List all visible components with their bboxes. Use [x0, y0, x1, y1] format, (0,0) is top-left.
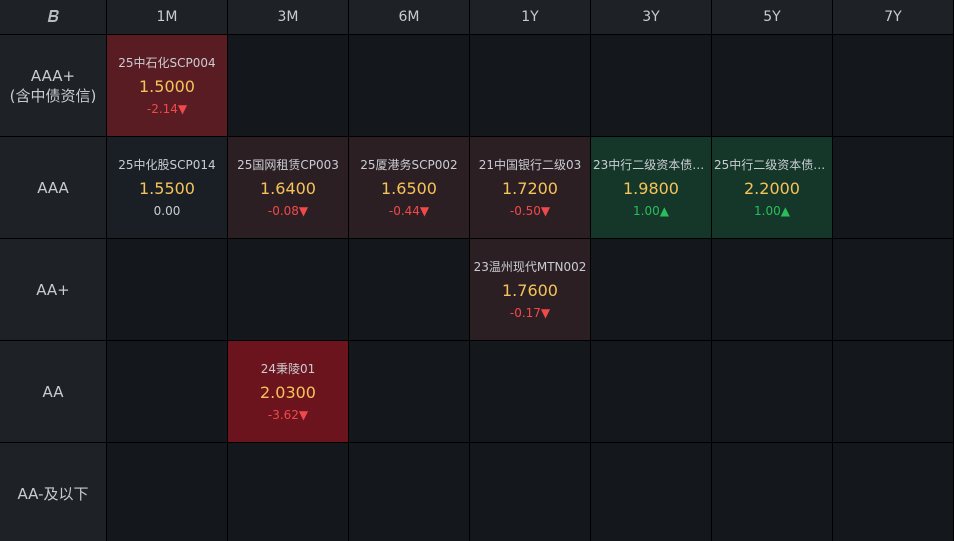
bond-change: -0.17▼ — [509, 305, 551, 320]
corner-cell — [0, 0, 106, 34]
bond-change: -0.50▼ — [509, 203, 551, 218]
row-header-label: AA — [42, 382, 64, 401]
bond-name: 24秉陵01 — [260, 361, 316, 376]
bond-change: 1.00▲ — [754, 203, 790, 218]
empty-cell — [349, 443, 469, 541]
bond-cell[interactable]: 25厦港务SCP002 1.6500 -0.44▼ — [349, 137, 469, 238]
row-header: AA — [0, 341, 106, 442]
empty-cell — [591, 239, 711, 340]
empty-cell — [470, 443, 590, 541]
bond-rate: 1.6400 — [260, 178, 316, 198]
row-header-label: AAA+ — [30, 66, 76, 85]
bond-cell[interactable]: 23温州现代MTN002 1.7600 -0.17▼ — [470, 239, 590, 340]
column-header-1y[interactable]: 1Y — [470, 0, 590, 34]
bond-cell[interactable]: 21中国银行二级03 1.7200 -0.50▼ — [470, 137, 590, 238]
column-header-5y[interactable]: 5Y — [712, 0, 832, 34]
bond-cell[interactable]: 25国网租赁CP003 1.6400 -0.08▼ — [228, 137, 348, 238]
empty-cell — [107, 443, 227, 541]
empty-cell — [591, 443, 711, 541]
bond-change: -0.08▼ — [267, 203, 309, 218]
bond-name: 23温州现代MTN002 — [473, 259, 587, 274]
bond-change: 0.00 — [153, 203, 181, 218]
bond-rate: 2.2000 — [744, 178, 800, 198]
bond-rate: 1.5500 — [139, 178, 195, 198]
empty-cell — [833, 443, 953, 541]
bond-rate: 1.7200 — [502, 178, 558, 198]
bond-change: 1.00▲ — [633, 203, 669, 218]
brand-logo-icon — [46, 8, 60, 27]
empty-cell — [833, 35, 953, 136]
bond-change: -0.44▼ — [388, 203, 430, 218]
empty-cell — [712, 35, 832, 136]
column-header-3m[interactable]: 3M — [228, 0, 348, 34]
row-header: AA+ — [0, 239, 106, 340]
row-header: AAA — [0, 137, 106, 238]
bond-name: 23中行二级资本债0... — [593, 157, 709, 172]
bond-name: 25国网租赁CP003 — [237, 157, 339, 172]
column-header-1m[interactable]: 1M — [107, 0, 227, 34]
bond-name: 21中国银行二级03 — [478, 157, 582, 172]
empty-cell — [712, 443, 832, 541]
bond-name: 25厦港务SCP002 — [360, 157, 458, 172]
empty-cell — [833, 137, 953, 238]
row-header: AAA+ (含中债资信) — [0, 35, 106, 136]
empty-cell — [712, 239, 832, 340]
bond-rate: 1.7600 — [502, 280, 558, 300]
empty-cell — [349, 35, 469, 136]
bond-rate: 1.9800 — [623, 178, 679, 198]
column-header-3y[interactable]: 3Y — [591, 0, 711, 34]
empty-cell — [712, 341, 832, 442]
empty-cell — [107, 341, 227, 442]
bond-cell[interactable]: 23中行二级资本债0... 1.9800 1.00▲ — [591, 137, 711, 238]
bond-cell[interactable]: 24秉陵01 2.0300 -3.62▼ — [228, 341, 348, 442]
bond-cell[interactable]: 25中行二级资本债0... 2.2000 1.00▲ — [712, 137, 832, 238]
row-header-label: AA-及以下 — [17, 484, 89, 503]
bond-rate: 1.6500 — [381, 178, 437, 198]
empty-cell — [591, 35, 711, 136]
bond-rate: 2.0300 — [260, 382, 316, 402]
row-header-label: AAA — [37, 178, 69, 197]
empty-cell — [107, 239, 227, 340]
empty-cell — [349, 341, 469, 442]
bond-change: -2.14▼ — [146, 101, 188, 116]
row-header-label: (含中债资信) — [9, 86, 97, 105]
empty-cell — [470, 341, 590, 442]
bond-cell[interactable]: 25中化股SCP014 1.5500 0.00 — [107, 137, 227, 238]
bond-rate: 1.5000 — [139, 76, 195, 96]
bond-cell[interactable]: 25中石化SCP004 1.5000 -2.14▼ — [107, 35, 227, 136]
empty-cell — [228, 443, 348, 541]
empty-cell — [833, 239, 953, 340]
column-header-7y[interactable]: 7Y — [833, 0, 953, 34]
bond-name: 25中行二级资本债0... — [714, 157, 830, 172]
row-header-label: AA+ — [36, 280, 70, 299]
empty-cell — [591, 341, 711, 442]
bond-name: 25中石化SCP004 — [118, 55, 216, 70]
empty-cell — [349, 239, 469, 340]
empty-cell — [470, 35, 590, 136]
column-header-6m[interactable]: 6M — [349, 0, 469, 34]
bond-change: -3.62▼ — [267, 407, 309, 422]
empty-cell — [833, 341, 953, 442]
row-header: AA-及以下 — [0, 443, 106, 541]
empty-cell — [228, 239, 348, 340]
bond-name: 25中化股SCP014 — [118, 157, 216, 172]
rating-tenor-matrix: 1M 3M 6M 1Y 3Y 5Y 7Y AAA+ (含中债资信) 25中石化SCP004 1.50… — [0, 0, 954, 541]
empty-cell — [228, 35, 348, 136]
